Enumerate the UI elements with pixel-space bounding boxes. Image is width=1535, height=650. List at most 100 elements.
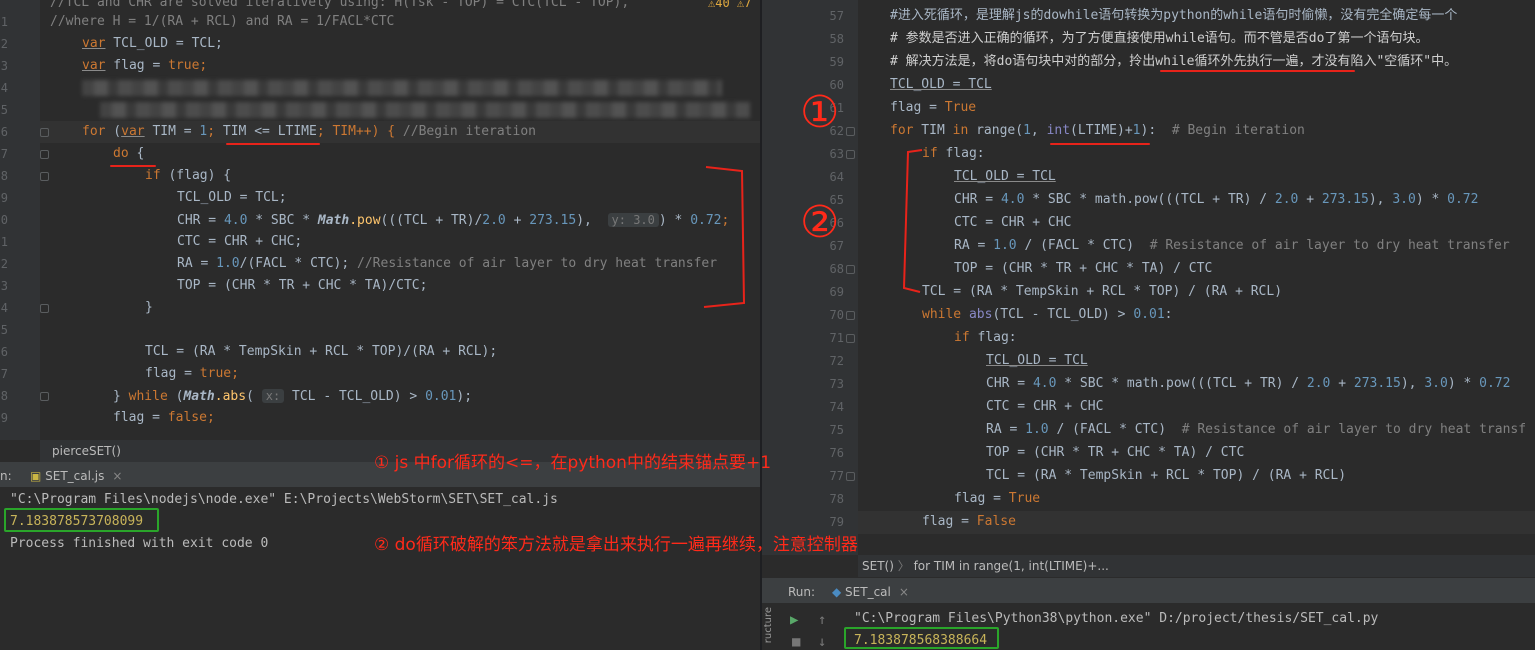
breadcrumb-loop[interactable]: for TIM in range(1, int(LTIME)+... (914, 559, 1109, 573)
code-line-66: CTC = CHR + CHC (954, 215, 1072, 230)
annotation-note-2: ② do循环破解的笨方法就是拿出来执行一遍再继续，注意控制器 (374, 535, 858, 555)
fold-marker-62[interactable] (846, 127, 855, 136)
highlight-js-result (4, 508, 159, 532)
line-number: 76 (829, 446, 844, 460)
scroll-down-icon[interactable]: ↓ (818, 631, 826, 650)
breadcrumb-function[interactable]: SET() (862, 559, 894, 573)
param-hint-y: y: 3.0 (607, 213, 659, 227)
line-number: 59 (829, 55, 844, 69)
breadcrumb-separator: 〉 (897, 559, 914, 573)
blurred-line-1 (82, 80, 722, 96)
underline-for-condition (226, 143, 320, 145)
line-number: 58 (829, 32, 844, 46)
bracket-left-block (703, 166, 746, 308)
code-line-tcl-old: TCL_OLD = TCL; (177, 190, 287, 205)
line-number: 75 (829, 423, 844, 437)
code-line-flag-false: flag = false; (113, 410, 215, 425)
line-number: 57 (829, 9, 844, 23)
underline-do (110, 165, 156, 167)
line-number: 74 (829, 400, 844, 414)
line-number: 72 (829, 354, 844, 368)
fold-marker-77[interactable] (846, 472, 855, 481)
scroll-up-icon[interactable]: ↑ (818, 609, 826, 631)
left-run-panel: n: ▣ SET_cal.js × "C:\Program Files\nodej… (0, 462, 760, 650)
code-line-79: flag = False (922, 514, 1016, 529)
breadcrumb-function[interactable]: pierceSET() (52, 444, 121, 458)
code-line-if-flag: if (flag) { (145, 168, 232, 183)
code-line-74: CTC = CHR + CHC (986, 399, 1104, 414)
code-line-top: TOP = (CHR * TR + CHC * TA)/CTC; (177, 278, 428, 293)
code-line-tcl-old-decl: var TCL_OLD = TCL; (82, 36, 223, 51)
code-line-63: if flag: (922, 146, 985, 161)
fold-marker-do[interactable] (40, 150, 49, 159)
code-line-77: TCL = (RA * TempSkin + RCL * TOP) / (RA … (986, 468, 1347, 483)
code-line-62: for TIM in range(1, int(LTIME)+1): # Beg… (890, 123, 1305, 138)
code-line-while: } while (Math.abs( x: TCL - TCL_OLD) > 0… (113, 389, 473, 404)
line-number: 68 (829, 262, 844, 276)
code-line-75: RA = 1.0 / (FACL * CTC) # Resistance of … (986, 422, 1527, 437)
comment-line-58: # 参数是否进入正确的循环，为了方便直接使用while语句。而不管是否do了第一… (890, 31, 1429, 46)
line-number: 71 (829, 331, 844, 345)
code-line-do: do { (113, 146, 145, 161)
run-tab-py[interactable]: ◆ SET_cal × (832, 581, 909, 603)
run-tab-js[interactable]: ▣ SET_cal.js × (30, 465, 122, 487)
code-line-69: TCL = (RA * TempSkin + RCL * TOP) / (RA … (922, 284, 1283, 299)
line-number: 64 (829, 170, 844, 184)
run-label: Run: (788, 585, 816, 599)
run-label: n: (0, 469, 12, 483)
code-line-flag-decl: var flag = true; (82, 58, 208, 73)
annotation-note-1: ① js 中for循环的<=，在python中的结束锚点要+1 (374, 453, 772, 473)
fold-marker-70[interactable] (846, 311, 855, 320)
underline-range (1050, 143, 1150, 145)
rerun-icon[interactable]: ▶ (790, 609, 798, 631)
line-number: 77 (829, 469, 844, 483)
close-icon[interactable]: × (112, 469, 122, 483)
bracket-right-block (902, 149, 923, 293)
line-number: 69 (829, 285, 844, 299)
blurred-line-2 (100, 102, 750, 118)
code-line-78: flag = True (954, 491, 1041, 506)
code-line-71: if flag: (954, 330, 1017, 345)
annotation-circle-1: ① (800, 87, 840, 138)
run-exit-message: Process finished with exit code 0 (10, 536, 269, 551)
code-line-76: TOP = (CHR * TR + CHC * TA) / CTC (986, 445, 1245, 460)
breadcrumb-right[interactable]: SET() 〉 for TIM in range(1, int(LTIME)+.… (858, 555, 1535, 577)
structure-side-tab[interactable]: ructure (762, 607, 776, 643)
stop-icon[interactable]: ■ (792, 631, 800, 650)
header-comment-2: //where H = 1/(RA + RCL) and RA = 1/FACL… (50, 14, 395, 29)
code-line-73: CHR = 4.0 * SBC * math.pow(((TCL + TR) /… (986, 376, 1511, 391)
code-line-chr: CHR = 4.0 * SBC * Math.pow(((TCL + TR)/2… (177, 213, 730, 228)
code-line-64: TCL_OLD = TCL (954, 169, 1056, 184)
python-icon: ◆ (832, 585, 846, 599)
code-line-70: while abs(TCL - TCL_OLD) > 0.01: (922, 307, 1173, 322)
line-number: 73 (829, 377, 844, 391)
code-line-68: TOP = (CHR * TR + CHC * TA) / CTC (954, 261, 1213, 276)
fold-marker-if[interactable] (40, 172, 49, 181)
left-code-area[interactable]: //TCL and CHR are solved iteratively usi… (0, 0, 760, 440)
highlight-py-result (844, 627, 999, 649)
param-hint-x: x: (261, 389, 285, 403)
code-line-61: flag = True (890, 100, 977, 115)
comment-line-57: #进入死循环，是理解js的dowhile语句转换为python的while语句时… (890, 8, 1458, 23)
underline-hoist-phrase (1160, 70, 1355, 72)
line-number: 78 (829, 492, 844, 506)
fold-marker-while[interactable] (40, 392, 49, 401)
code-line-flag-true: flag = true; (145, 366, 239, 381)
fold-marker-for[interactable] (40, 128, 49, 137)
fold-marker-63[interactable] (846, 150, 855, 159)
annotation-circle-2: ② (800, 197, 840, 248)
code-line-65: CHR = 4.0 * SBC * math.pow(((TCL + TR) /… (954, 192, 1479, 207)
code-line-ra: RA = 1.0/(FACL * CTC); //Resistance of a… (177, 256, 718, 271)
fold-marker-68[interactable] (846, 265, 855, 274)
line-number: 63 (829, 147, 844, 161)
fold-marker-71[interactable] (846, 334, 855, 343)
line-number: 70 (829, 308, 844, 322)
js-file-icon: ▣ (30, 469, 46, 483)
code-line-67: RA = 1.0 / (FACL * CTC) # Resistance of … (954, 238, 1510, 253)
close-icon[interactable]: × (899, 585, 909, 599)
fold-marker-if-end[interactable] (40, 304, 49, 313)
warnings-indicator[interactable]: ⚠40 ⚠7 (708, 0, 751, 14)
code-line-tcl: TCL = (RA * TempSkin + RCL * TOP)/(RA + … (145, 344, 498, 359)
right-code-area[interactable]: 57 58 59 60 61 62 63 64 65 66 67 68 69 70 71 72 73 74 75 76… (762, 0, 1535, 555)
code-line-72: TCL_OLD = TCL (986, 353, 1088, 368)
